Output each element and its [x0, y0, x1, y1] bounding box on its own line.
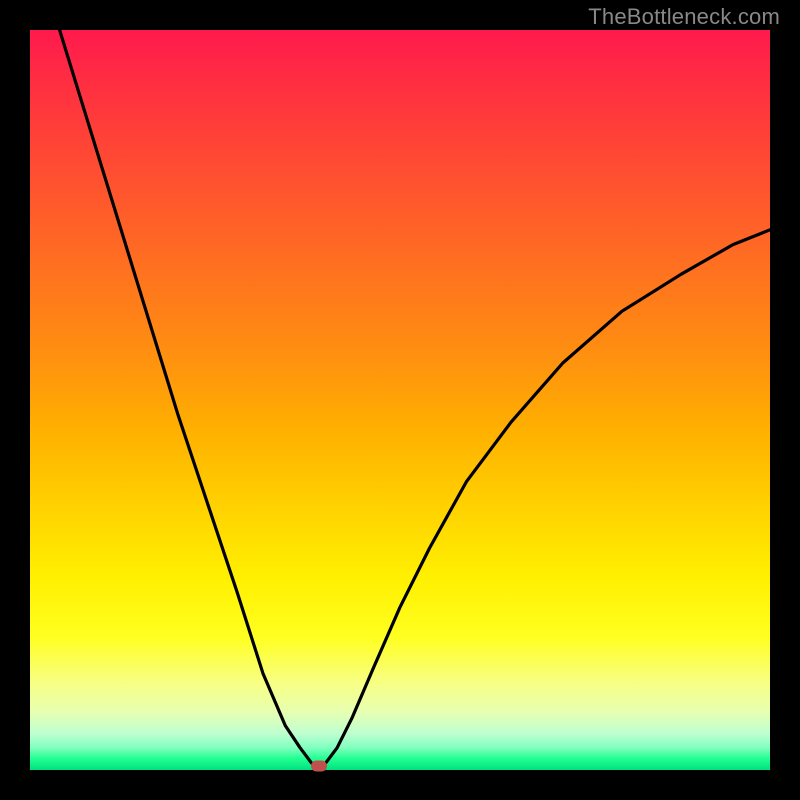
- bottleneck-curve-path: [60, 30, 770, 770]
- curve-svg: [30, 30, 770, 770]
- plot-area: [30, 30, 770, 770]
- watermark-text: TheBottleneck.com: [588, 4, 780, 30]
- chart-frame: TheBottleneck.com: [0, 0, 800, 800]
- minimum-marker: [311, 761, 327, 772]
